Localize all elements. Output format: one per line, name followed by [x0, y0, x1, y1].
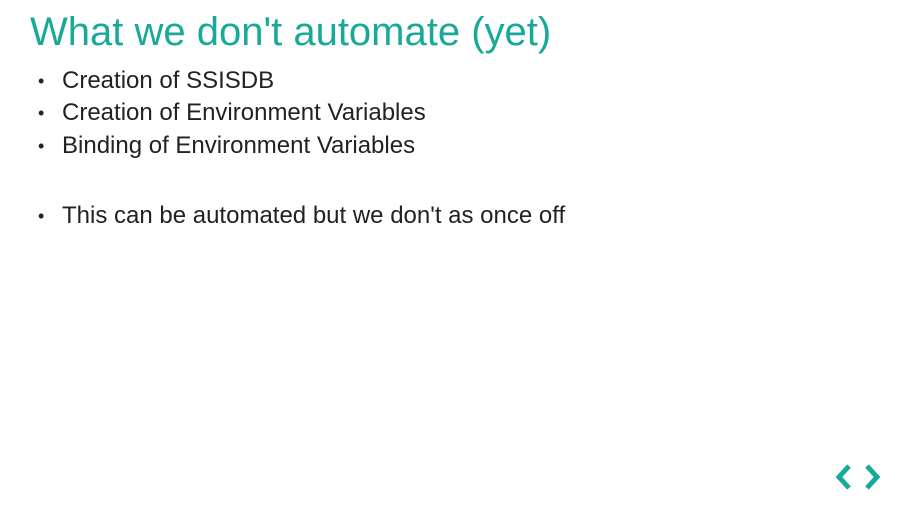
bullet-item: This can be automated but we don't as on… — [58, 200, 877, 232]
spacer — [30, 162, 877, 200]
bullet-list-2: This can be automated but we don't as on… — [30, 200, 877, 232]
slide-container: What we don't automate (yet) Creation of… — [0, 0, 907, 233]
bullet-item: Binding of Environment Variables — [58, 130, 877, 162]
slide-title: What we don't automate (yet) — [30, 10, 877, 55]
chevron-logo-icon — [833, 462, 885, 492]
bullet-item: Creation of SSISDB — [58, 65, 877, 97]
bullet-item: Creation of Environment Variables — [58, 97, 877, 129]
bullet-list-1: Creation of SSISDB Creation of Environme… — [30, 65, 877, 162]
